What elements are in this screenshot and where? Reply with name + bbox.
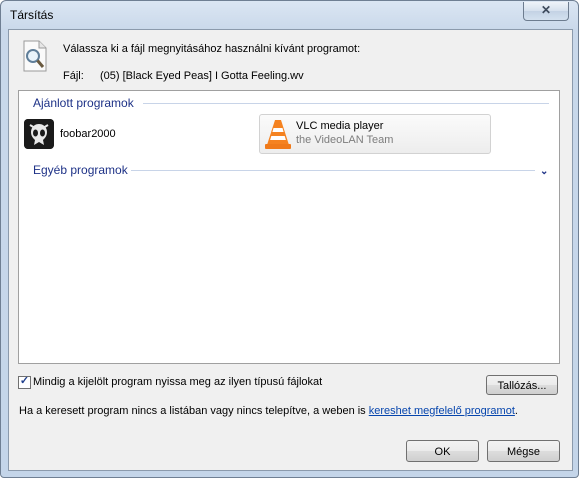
program-name: foobar2000 [60, 128, 116, 140]
always-use-checkbox[interactable]: ✓ [18, 375, 31, 389]
dialog-body: Válassza ki a fájl megnyitásához használ… [8, 29, 573, 471]
foobar2000-icon [24, 119, 54, 149]
browse-button[interactable]: Tallózás... [486, 375, 558, 395]
close-icon: ✕ [540, 3, 552, 17]
close-button[interactable]: ✕ [523, 2, 569, 21]
always-use-label[interactable]: Mindig a kijelölt program nyissa meg az … [33, 376, 322, 388]
group-header-recommended[interactable]: Ajánlott programok [33, 96, 134, 110]
checkmark-icon: ✓ [19, 375, 30, 387]
program-publisher: the VideoLAN Team [296, 134, 394, 146]
program-item-vlc[interactable]: VLC media player the VideoLAN Team [259, 114, 491, 154]
dialog-window: Társítás ✕ Válassza ki a fájl megnyitásá… [0, 0, 579, 478]
vlc-cone-icon [265, 120, 291, 149]
group-divider [131, 170, 535, 171]
info-text: Ha a keresett program nincs a listában v… [19, 405, 518, 417]
web-search-link[interactable]: kereshet megfelelő programot [369, 405, 515, 417]
file-name: (05) [Black Eyed Peas] I Gotta Feeling.w… [100, 70, 304, 82]
prompt-text: Válassza ki a fájl megnyitásához használ… [63, 43, 361, 55]
window-title: Társítás [10, 8, 54, 22]
program-list[interactable]: Ajánlott programok foobar2000 VLC media … [18, 90, 560, 364]
info-text-after: . [514, 405, 518, 417]
info-text-before: Ha a keresett program nincs a listában v… [19, 405, 369, 417]
file-label: Fájl: [63, 70, 84, 82]
title-bar[interactable]: Társítás ✕ [1, 1, 578, 29]
program-name: VLC media player [296, 120, 384, 132]
group-divider [143, 103, 549, 104]
group-header-other[interactable]: Egyéb programok [33, 163, 128, 177]
ok-button[interactable]: OK [406, 440, 479, 462]
cancel-button[interactable]: Mégse [487, 440, 560, 462]
document-magnifier-icon [23, 40, 47, 72]
chevron-down-icon[interactable]: ⌄ [540, 166, 548, 177]
